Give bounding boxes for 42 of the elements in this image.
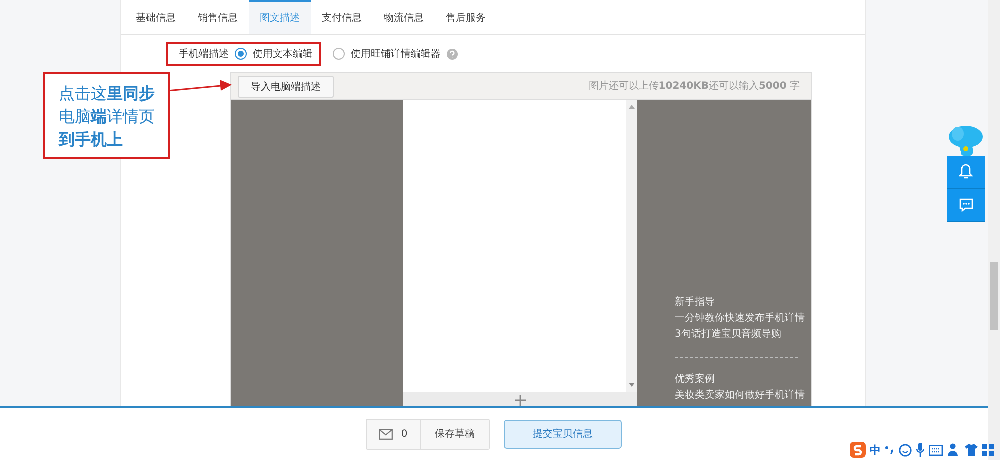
elephant-drawing[interactable] xyxy=(947,124,985,156)
scroll-up-icon[interactable] xyxy=(628,105,634,109)
smiley-icon[interactable] xyxy=(899,444,912,456)
radio-label[interactable]: 使用旺铺详情编辑器 xyxy=(351,47,441,61)
save-draft-button[interactable]: 保存草稿 xyxy=(421,420,489,448)
tab[interactable]: 销售信息 xyxy=(187,0,249,34)
radio-label[interactable]: 使用文本编辑 xyxy=(253,47,313,61)
quota-text: 图片还可以上传10240KB还可以输入5000 字 xyxy=(588,80,800,93)
guide-link[interactable]: 一分钟教你快速发布手机详情 xyxy=(675,311,811,327)
shirt-icon[interactable] xyxy=(965,444,978,456)
bell-icon xyxy=(959,164,973,180)
guide-heading: 优秀案例 xyxy=(675,372,716,387)
import-button[interactable]: 导入电脑端描述 xyxy=(238,76,334,98)
field-label: 手机端描述 xyxy=(179,48,229,61)
notification-button[interactable] xyxy=(947,156,985,189)
guide-heading: 新手指导 xyxy=(675,296,716,310)
microphone-icon[interactable] xyxy=(916,443,925,457)
tab[interactable]: 支付信息 xyxy=(311,0,373,34)
chat-button[interactable] xyxy=(947,189,985,222)
punctuation-icon[interactable] xyxy=(885,444,895,456)
guide-link[interactable]: 美妆类卖家如何做好手机详情 xyxy=(675,388,811,404)
radio-button[interactable] xyxy=(333,48,345,60)
radio-button[interactable] xyxy=(235,48,247,60)
help-icon[interactable] xyxy=(447,48,458,60)
mail-icon xyxy=(379,428,394,440)
page-scrollbar[interactable] xyxy=(988,0,1000,460)
input-method-logo-icon[interactable] xyxy=(850,442,866,458)
tab[interactable]: 售后服务 xyxy=(435,0,497,34)
chat-icon xyxy=(958,198,974,212)
tab[interactable]: 基础信息 xyxy=(125,0,187,34)
scrollbar[interactable] xyxy=(626,100,637,392)
input-mode-toggle[interactable]: 中 xyxy=(870,442,881,458)
keyboard-icon[interactable] xyxy=(929,444,943,456)
tab[interactable]: 物流信息 xyxy=(373,0,435,34)
annotation-callout: 点击这里同步 电脑端详情页 到手机上 xyxy=(43,72,170,159)
grid-icon[interactable] xyxy=(982,444,994,456)
add-icon[interactable] xyxy=(514,395,526,406)
scroll-down-icon[interactable] xyxy=(628,383,634,387)
guide-link[interactable]: 3句话打造宝贝音频导购 xyxy=(675,327,811,343)
submit-button[interactable]: 提交宝贝信息 xyxy=(504,420,622,448)
user-icon[interactable] xyxy=(947,443,961,457)
message-button[interactable]: 0 xyxy=(367,420,421,448)
